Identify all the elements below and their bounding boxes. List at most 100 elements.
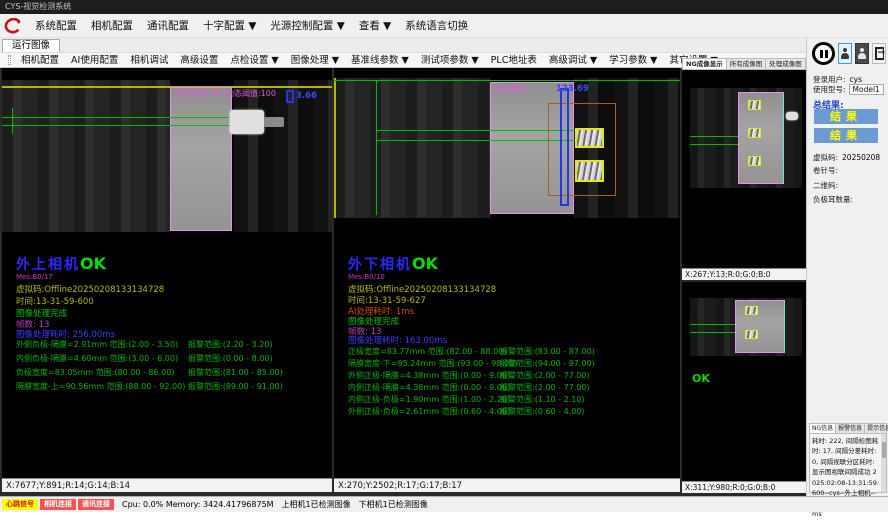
user-admin-button[interactable]: [855, 43, 869, 64]
machine-background: [2, 80, 170, 232]
measure-line-overlay: [690, 324, 735, 325]
tab-run-image[interactable]: 运行图像: [2, 39, 60, 52]
barcode-row: 虚拟码:20250208: [813, 152, 880, 163]
tab-all-images[interactable]: 所有成像图: [727, 59, 767, 69]
pixel-coords-readout: X:311;Y:980;R:0;G:0;B:0: [682, 481, 806, 493]
measurement-text: 内侧正极-负极=1.90mm 范围:(1.00 - 2.20): [348, 395, 510, 404]
roi-box-overlay: [548, 103, 616, 196]
log-scrollbar-thumb[interactable]: [882, 442, 886, 458]
heartbeat-status-badge: 心跳信号: [2, 499, 38, 510]
tool-advanced-debug[interactable]: 高级调试 ▼: [543, 53, 603, 68]
measure-line-overlay: [690, 332, 735, 333]
tab-detect-box: [745, 330, 758, 339]
mini-camera-view-bottom[interactable]: OK: [682, 282, 806, 481]
measure-line-overlay: [2, 117, 234, 118]
menu-light-config[interactable]: 光源控制配置 ▼: [263, 15, 351, 37]
status-bar: 心跳信号 相机连接 通讯连接 Cpu: 0.0% Memory: 3424.41…: [0, 496, 888, 512]
result-ok: OK: [80, 254, 106, 273]
result-ok: OK: [412, 254, 438, 273]
login-user-value: cys: [850, 75, 862, 84]
tab-detect-box: [748, 100, 761, 110]
model-label: 使用型号:: [813, 85, 846, 94]
mini-view-tabs: NG成像显示 所有成像图 处理成像图: [682, 58, 806, 70]
menu-view[interactable]: 查看 ▼: [352, 15, 398, 37]
menu-bar: 系统配置 相机配置 通讯配置 十字配置 ▼ 光源控制配置 ▼ 查看 ▼ 系统语言…: [0, 14, 888, 38]
mini-camera-view-top[interactable]: [682, 70, 806, 268]
camera-name: 外下相机: [348, 257, 412, 273]
tool-ai-usage-config[interactable]: AI使用配置: [65, 53, 124, 68]
control-button-row: [812, 42, 886, 65]
menu-comm-config[interactable]: 通讯配置: [140, 15, 196, 37]
menu-cross-config[interactable]: 十字配置 ▼: [196, 15, 263, 37]
log-tab-alarm[interactable]: 报警信息: [836, 424, 865, 433]
log-tab-info[interactable]: 提示信息: [865, 424, 888, 433]
log-tabs: NG信息 报警信息 提示信息: [810, 424, 886, 434]
camera-image-lower-outer[interactable]: 123.69 AI检测框: [334, 78, 680, 218]
tool-camera-debug[interactable]: 相机调试: [124, 53, 174, 68]
cpu-memory-text: Cpu: 0.0% Memory: 3424.41796875M: [122, 500, 274, 509]
pause-button[interactable]: [812, 42, 835, 65]
menu-system-config[interactable]: 系统配置: [28, 15, 84, 37]
alarm-range: 报警范围:(83.00 - 87.00): [500, 346, 595, 357]
measure-marker-overlay: [560, 88, 569, 206]
upper-camera-status: 上相机1已检测图像: [282, 499, 351, 510]
barcode-line: 虚拟码:Offline20250208133134728: [16, 283, 164, 295]
measurement-text: 内侧正极-隔膜=4.38mm 范围:(0.00 - 9.00): [348, 383, 510, 392]
connector-object: [264, 117, 284, 127]
exit-button[interactable]: [872, 43, 886, 64]
tool-image-process[interactable]: 图像处理 ▼: [285, 53, 345, 68]
tool-plc-address[interactable]: PLC地址表: [485, 53, 543, 68]
camera-result-line: 外下相机OK: [348, 254, 438, 274]
alarm-range: 报警范围:(2.20 - 3.20): [188, 339, 273, 350]
model-value[interactable]: Model1: [849, 84, 884, 95]
baseline-overlay: [2, 86, 332, 88]
separator-film-region: [170, 87, 232, 231]
model-row: 使用型号:Model1: [813, 84, 884, 95]
measurement-row: 内侧正极-隔膜=4.38mm 范围:(0.00 - 9.00)报警范围:(2.0…: [348, 382, 676, 394]
barcode-value: 20250208: [842, 153, 880, 162]
user-login-button[interactable]: [838, 43, 852, 64]
tab-detect-box: [575, 128, 604, 148]
measurement-text: 外侧正极-负极=2.61mm 范围:(0.60 - 4.00): [348, 407, 510, 416]
mes-line: Mes:B0/10: [348, 273, 385, 281]
tab-ng-display[interactable]: NG成像显示: [683, 59, 727, 69]
log-tab-ng[interactable]: NG信息: [810, 424, 836, 433]
camera-image-upper-outer[interactable]: 3.66 灰度阈值:93, 动态阈值:100: [2, 80, 332, 232]
pixel-coords-readout: X:270;Y:2502;R:17;G:17;B:17: [334, 478, 680, 492]
measure-line-overlay: [2, 125, 234, 126]
tab-detect-box: [745, 306, 758, 315]
measure-line-overlay: [376, 81, 377, 215]
mes-line: Mes:B0/17: [16, 273, 53, 281]
tool-learning-params[interactable]: 学习参数 ▼: [603, 53, 663, 68]
tool-test-params[interactable]: 测试项参数 ▼: [415, 53, 485, 68]
machine-background: [334, 78, 490, 218]
measure-line-overlay: [690, 144, 738, 145]
camera-result-line: 外上相机OK: [16, 254, 106, 274]
pixel-coords-readout: X:7677;Y:891;R:14;G:14;B:14: [2, 478, 332, 492]
pixel-coords-readout: X:267;Y:13;R:0;G:0;B:0: [682, 268, 806, 280]
menu-language-switch[interactable]: 系统语言切换: [398, 15, 475, 37]
login-user-label: 登录用户:: [813, 75, 846, 84]
measurement-text: 外侧正极-隔膜=4.38mm 范围:(0.00 - 9.00): [348, 371, 510, 380]
tab-processed-images[interactable]: 处理成像图: [766, 59, 806, 69]
logout-icon: [875, 47, 884, 60]
measurement-text: 负极宽度=83.05mm 范围:(80.00 - 86.00): [16, 368, 174, 377]
tool-spot-check[interactable]: 点检设置 ▼: [224, 53, 284, 68]
measurement-row: 隔膜宽度-下=95.24mm 范围:(93.00 - 98.00)报警范围:(9…: [348, 358, 676, 370]
tool-advanced-settings[interactable]: 高级设置: [174, 53, 224, 68]
measurement-row: 内侧正极-负极=1.90mm 范围:(1.00 - 2.20)报警范围:(1.1…: [348, 394, 676, 406]
menu-camera-config[interactable]: 相机配置: [84, 15, 140, 37]
qrcode-row: 二维码:: [813, 180, 838, 191]
tab-count-row: 负极耳数量:: [813, 194, 853, 205]
window-titlebar: CYS-视觉检测系统: [0, 0, 888, 14]
tool-camera-config[interactable]: 相机配置: [15, 53, 65, 68]
comm-connect-badge: 通讯连接: [78, 499, 114, 510]
tab-row: 运行图像: [0, 38, 888, 52]
measurement-row: 外侧正极-负极=2.61mm 范围:(0.60 - 4.00)报警范围:(0.6…: [348, 406, 676, 418]
machine-background: [234, 80, 332, 232]
alarm-range: 报警范围:(2.00 - 77.00): [500, 370, 590, 381]
log-scrollbar[interactable]: [881, 434, 886, 492]
measure-line-overlay: [690, 136, 738, 137]
measurement-row: 外侧正极-隔膜=4.38mm 范围:(0.00 - 9.00)报警范围:(2.0…: [348, 370, 676, 382]
tool-baseline-params[interactable]: 基准线参数 ▼: [345, 53, 415, 68]
